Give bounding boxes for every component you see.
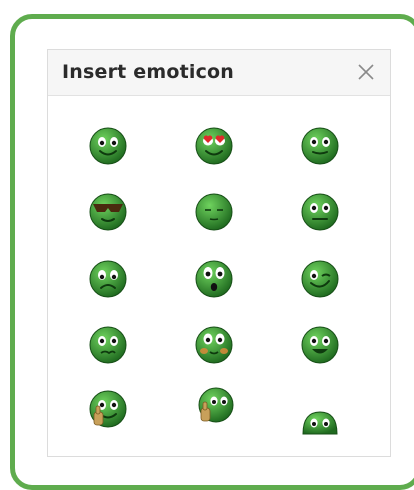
peeking-icon [302,411,338,435]
emoticon-neutral-face[interactable] [297,189,343,235]
emoticon-peeking[interactable] [297,394,343,440]
neutral-smile-icon [301,127,339,165]
emoticon-sleepy[interactable] [191,189,237,235]
emoticon-blushing[interactable] [191,322,237,368]
thumbs-up-icon [89,390,127,428]
emoticon-sunglasses[interactable] [85,189,131,235]
neutral-face-icon [301,193,339,231]
emoticon-thumbs-up-side[interactable] [191,383,237,429]
emoticon-grin[interactable] [297,322,343,368]
close-x-icon [358,64,374,80]
close-button[interactable] [354,60,378,84]
thumbs-up-side-icon [198,387,234,423]
surprised-icon [195,260,233,298]
dialog-title: Insert emoticon [62,61,235,83]
sad-icon [89,260,127,298]
emoticon-grid [48,96,390,456]
emoticon-worried[interactable] [85,322,131,368]
emoticon-wink[interactable] [297,256,343,302]
blushing-icon [195,326,233,364]
emoticon-neutral-smile[interactable] [297,123,343,169]
smile-icon [89,127,127,165]
emoticon-dialog: Insert emoticon [47,49,391,457]
heart-eyes-icon [195,127,233,165]
emoticon-thumbs-up[interactable] [85,386,131,432]
emoticon-surprised[interactable] [191,256,237,302]
emoticon-sad[interactable] [85,256,131,302]
emoticon-smile[interactable] [85,123,131,169]
grin-icon [301,326,339,364]
sleepy-icon [195,193,233,231]
worried-icon [89,326,127,364]
dialog-header: Insert emoticon [48,50,390,96]
sunglasses-icon [89,193,127,231]
wink-icon [301,260,339,298]
emoticon-heart-eyes[interactable] [191,123,237,169]
